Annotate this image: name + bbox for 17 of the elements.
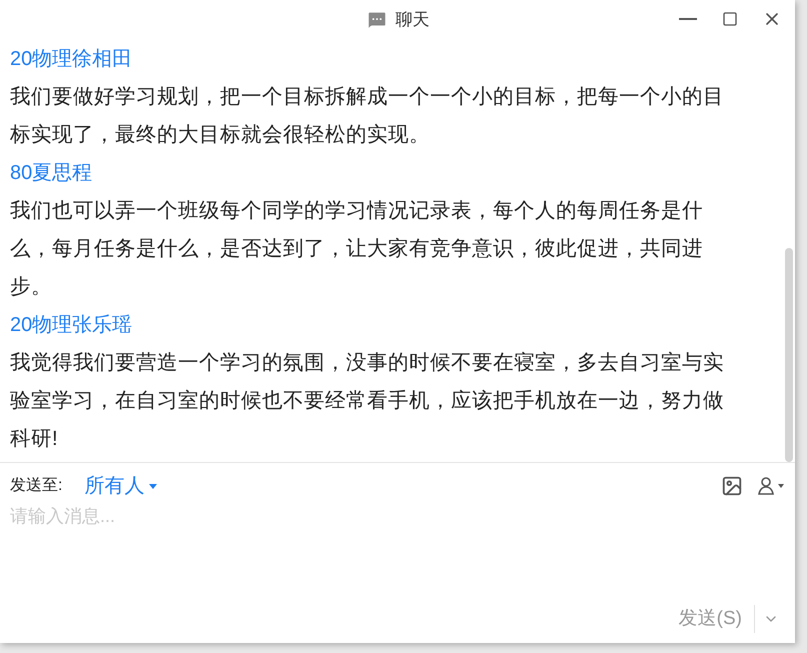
person-icon: [757, 476, 785, 496]
sender-name: 80夏思程: [10, 161, 92, 186]
send-button[interactable]: 发送(S): [678, 604, 755, 634]
sender-name: 20物理徐相田: [10, 47, 132, 72]
message-text: 我们要做好学习规划，把一个目标拆解成一个一个小的目标，把每一个小的目标实现了，最终的大目标就会很轻松的实现。: [10, 84, 725, 148]
maximize-icon: [722, 11, 738, 27]
image-icon[interactable]: [721, 475, 743, 497]
screenshot-button[interactable]: [757, 476, 785, 496]
message-text: 我觉得我们要营造一个学习的氛围，没事的时候不要在寝室，多去自习室与实验室学习，在自习室的时候也不要经常看手机，应该把手机放在一边，努力做科研!: [10, 350, 725, 452]
recipient-dropdown[interactable]: 所有人: [84, 471, 158, 501]
caret-icon: [148, 482, 158, 490]
window-title: 聊天: [396, 9, 430, 32]
scrollbar[interactable]: [785, 248, 793, 462]
message-text: 我们也可以弄一个班级每个同学的学习情况记录表，每个人的每周任务是什么，每月任务是什么，是否达到了，让大家有竞争意识，彼此促进，共同进步。: [10, 198, 704, 300]
minimize-icon: [679, 18, 697, 20]
send-to-label: 发送至:: [10, 476, 62, 496]
sender-name: 20物理张乐瑶: [10, 313, 132, 338]
